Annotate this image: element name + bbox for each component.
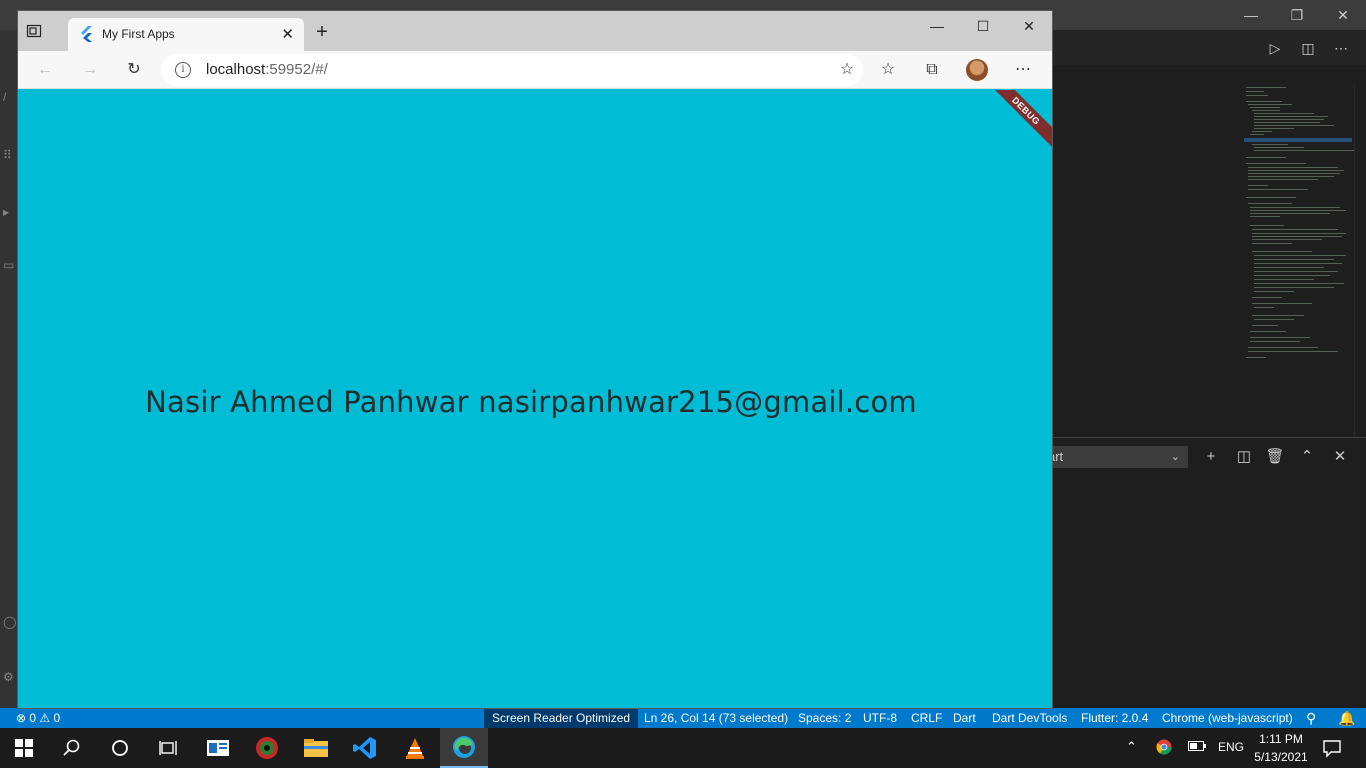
language-indicator[interactable]: ENG — [1218, 740, 1244, 754]
taskbar: ⌃ ENG 1:11 PM 5/13/2021 — [0, 728, 1366, 768]
editor-actions: ▷ ◫ ⋯ — [1052, 30, 1366, 65]
maximize-panel-icon[interactable]: ⌃ — [1296, 446, 1318, 468]
activity-icon[interactable]: ▸ — [3, 205, 9, 219]
vscode-restore-button[interactable]: ❐ — [1274, 0, 1320, 30]
browser-window: My First Apps ✕ + — ☐ ✕ ← → ↻ i localhos… — [18, 11, 1052, 708]
encoding-status[interactable]: UTF-8 — [863, 708, 897, 728]
app-icon[interactable] — [194, 728, 242, 768]
minimap[interactable] — [1238, 85, 1362, 430]
screen-reader-status[interactable]: Screen Reader Optimized — [484, 708, 639, 728]
task-view-icon[interactable] — [144, 728, 192, 768]
app-icon[interactable] — [243, 728, 291, 768]
run-icon[interactable]: ▷ — [1265, 38, 1285, 58]
browser-toolbar: ← → ↻ i localhost:59952/#/ ☆ ☆ ⧉ ⋯ — [18, 51, 1052, 89]
vscode-close-button[interactable]: ✕ — [1320, 0, 1366, 30]
chevron-down-icon: ⌄ — [1170, 451, 1180, 463]
minimap-lines — [1244, 87, 1362, 358]
tab-strip: My First Apps ✕ + — ☐ ✕ — [18, 11, 1052, 51]
more-actions-icon[interactable]: ⋯ — [1331, 38, 1351, 58]
activity-icon[interactable]: / — [3, 90, 6, 104]
tab-title: My First Apps — [102, 27, 175, 41]
trash-icon[interactable]: 🗑 — [1264, 446, 1286, 468]
url-host: localhost — [206, 61, 266, 78]
tab-close-icon[interactable]: ✕ — [281, 25, 294, 43]
browser-tab[interactable]: My First Apps ✕ — [68, 18, 304, 51]
flutter-icon — [81, 26, 92, 42]
devtools-status[interactable]: Dart DevTools — [992, 708, 1067, 728]
device-status[interactable]: Chrome (web-javascript) — [1162, 708, 1293, 728]
activity-icon[interactable]: ▭ — [3, 258, 14, 272]
eol-status[interactable]: CRLF — [911, 708, 942, 728]
clock-time: 1:11 PM — [1259, 732, 1303, 746]
info-icon[interactable]: i — [175, 62, 191, 78]
collections-icon[interactable]: ⧉ — [919, 58, 945, 82]
system-tray: ⌃ ENG — [1118, 728, 1248, 768]
terminal-select[interactable]: art ⌄ — [1048, 446, 1188, 468]
address-bar[interactable]: i localhost:59952/#/ ☆ — [161, 54, 863, 86]
tab-actions-icon[interactable] — [26, 23, 46, 43]
forward-button[interactable]: → — [77, 58, 103, 82]
search-icon[interactable] — [48, 728, 96, 768]
activity-bar: / ⠿ ▸ ▭ ◯ ⚙ — [0, 30, 18, 708]
new-terminal-icon[interactable]: + — [1200, 446, 1222, 468]
split-terminal-icon[interactable]: ◫ — [1233, 446, 1255, 468]
chrome-tray-icon[interactable] — [1156, 739, 1172, 758]
problems-status[interactable]: ⊗ 0 ⚠ 0 — [16, 708, 60, 728]
favorites-icon[interactable]: ☆ — [875, 58, 901, 82]
maximize-button[interactable]: ☐ — [960, 11, 1006, 41]
more-icon[interactable]: ⋯ — [1010, 58, 1036, 82]
notification-center-icon[interactable] — [1322, 738, 1342, 763]
debug-banner: DEBUG — [984, 90, 1052, 153]
file-explorer-icon[interactable] — [292, 728, 340, 768]
status-bar: ⊗ 0 ⚠ 0 Screen Reader Optimized Ln 26, C… — [0, 708, 1366, 728]
vscode-icon[interactable] — [341, 728, 389, 768]
add-favorite-icon[interactable]: ☆ — [835, 58, 859, 82]
cursor-position-status[interactable]: Ln 26, Col 14 (73 selected) — [644, 708, 788, 728]
split-editor-icon[interactable]: ◫ — [1298, 38, 1318, 58]
main-text: Nasir Ahmed Panhwar nasirpanhwar215@gmai… — [145, 385, 917, 419]
indentation-status[interactable]: Spaces: 2 — [798, 708, 851, 728]
clock[interactable]: 1:11 PM 5/13/2021 — [1250, 730, 1312, 766]
show-hidden-icons-icon[interactable]: ⌃ — [1126, 739, 1137, 755]
editor-scrollbar[interactable] — [1354, 85, 1364, 437]
url-text[interactable]: localhost:59952/#/ — [206, 61, 328, 78]
clock-date: 5/13/2021 — [1254, 750, 1308, 764]
profile-avatar[interactable] — [966, 59, 988, 81]
live-share-icon[interactable]: ⚲ — [1306, 708, 1316, 728]
notifications-icon[interactable]: 🔔 — [1338, 708, 1355, 728]
url-path: :59952/#/ — [265, 61, 328, 78]
refresh-button[interactable]: ↻ — [121, 58, 147, 82]
activity-icon[interactable]: ⠿ — [3, 148, 12, 162]
close-button[interactable]: ✕ — [1006, 11, 1052, 41]
account-icon[interactable]: ◯ — [3, 615, 16, 629]
close-panel-icon[interactable]: ✕ — [1329, 446, 1351, 468]
minimize-button[interactable]: — — [914, 11, 960, 41]
vscode-minimize-button[interactable]: — — [1228, 0, 1274, 30]
settings-icon[interactable]: ⚙ — [3, 670, 14, 684]
vlc-icon[interactable] — [391, 728, 439, 768]
language-status[interactable]: Dart — [953, 708, 976, 728]
flutter-version-status[interactable]: Flutter: 2.0.4 — [1081, 708, 1148, 728]
web-content: Nasir Ahmed Panhwar nasirpanhwar215@gmai… — [18, 90, 1052, 708]
edge-icon[interactable] — [440, 728, 488, 768]
cortana-icon[interactable] — [96, 728, 144, 768]
start-button[interactable] — [0, 728, 48, 768]
battery-icon[interactable] — [1188, 740, 1206, 755]
back-button[interactable]: ← — [32, 58, 58, 82]
new-tab-button[interactable]: + — [310, 21, 334, 45]
terminal-panel: art ⌄ + ◫ 🗑 ⌃ ✕ — [1048, 437, 1366, 708]
